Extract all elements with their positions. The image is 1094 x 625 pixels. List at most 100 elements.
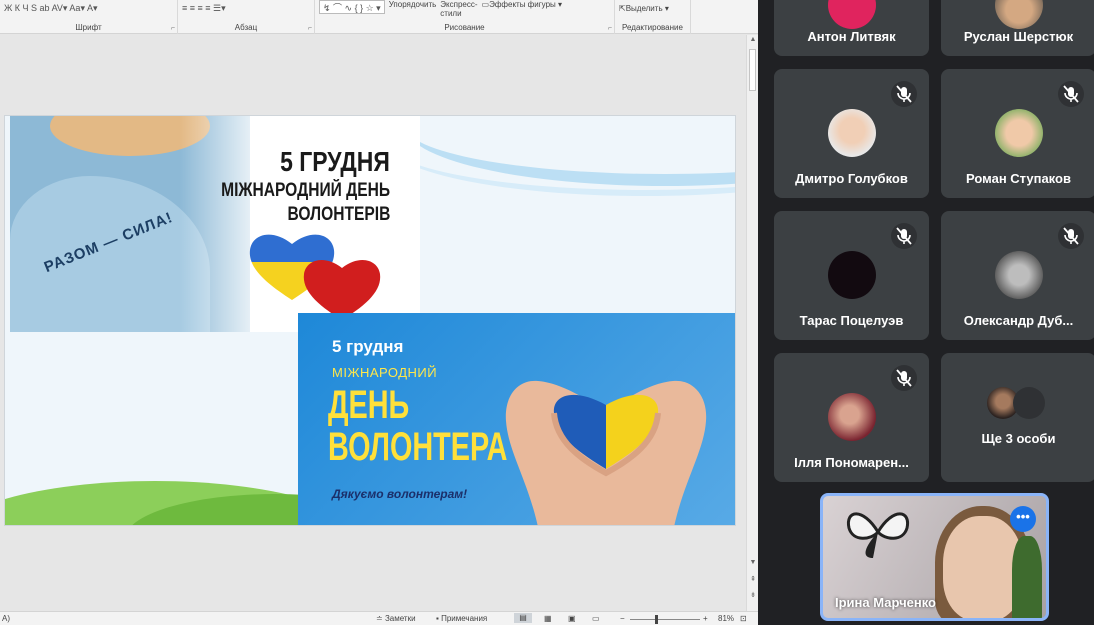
avatar <box>994 251 1043 299</box>
hearts-icon <box>249 234 381 320</box>
quick-styles-label-1: Экспресс- <box>440 0 478 9</box>
person-face <box>943 516 1023 618</box>
font-launcher-icon[interactable]: ⌐ <box>171 25 175 32</box>
self-name: Ірина Марченко <box>835 595 936 610</box>
participant-name: Роман Ступаков <box>966 171 1071 186</box>
status-left: A) <box>2 614 10 623</box>
effects-icon: ▭ <box>481 0 490 9</box>
slideshow-icon[interactable]: ▭ <box>592 614 600 623</box>
comments-button[interactable]: ▪ Примечания <box>436 614 487 623</box>
avatar <box>994 109 1043 157</box>
drawing-launcher-icon[interactable]: ⌐ <box>608 25 612 32</box>
shapes-gallery[interactable]: ↯ ⌒ ∿ { } ☆ ▾ <box>319 0 385 14</box>
ribbon: Ж К Ч S ab AV▾ Aa▾ A▾ Шрифт ⌐ ≡ ≡ ≡ ≡ ☰▾… <box>0 0 758 34</box>
self-view-tile[interactable]: ••• Ірина Марченко <box>820 493 1049 621</box>
slide-sorter-icon[interactable]: ▦ <box>544 614 552 623</box>
shape-effects-label: Эффекты фигуры <box>489 0 556 9</box>
heart-hands-icon <box>505 380 707 525</box>
group-label-editing: Редактирование <box>622 23 683 32</box>
scrollbar-thumb[interactable] <box>749 49 756 91</box>
more-participants-tile[interactable]: Ще 3 особи <box>941 353 1094 482</box>
zoom-level[interactable]: 81% <box>718 614 734 623</box>
notes-icon: ≐ <box>376 614 385 623</box>
avatar <box>827 0 876 29</box>
more-options-icon[interactable]: ••• <box>1010 506 1036 532</box>
ribbon-group-drawing: ↯ ⌒ ∿ { } ☆ ▾ Упорядочить Экспресс-стили… <box>315 0 615 34</box>
paragraph-buttons[interactable]: ≡ ≡ ≡ ≡ ☰▾ <box>182 0 310 16</box>
participant-tile[interactable]: Дмитро Голубков <box>774 69 929 198</box>
drawing-buttons: ↯ ⌒ ∿ { } ☆ ▾ Упорядочить Экспресс-стили… <box>319 0 610 24</box>
arrange-button[interactable]: Упорядочить <box>389 0 437 9</box>
avatar <box>827 393 876 441</box>
volunteer-day-image-2[interactable]: 5 грудня МІЖНАРОДНИЙ ДЕНЬ ВОЛОНТЕРА Дяку… <box>298 313 735 525</box>
powerpoint-window: Ж К Ч S ab AV▾ Aa▾ A▾ Шрифт ⌐ ≡ ≡ ≡ ≡ ☰▾… <box>0 0 758 625</box>
meet-panel: Антон Литвяк Руслан Шерстюк Дмитро Голуб… <box>758 0 1094 625</box>
participant-name: Дмитро Голубков <box>795 171 908 186</box>
participant-name: Олександр Дуб... <box>963 313 1074 328</box>
select-button[interactable]: ⇱ Выделить ▾ <box>619 4 669 13</box>
participant-name: Руслан Шерстюк <box>963 29 1074 44</box>
participant-name: Ілля Пономарен... <box>794 455 909 470</box>
mic-off-icon <box>1058 223 1084 249</box>
next-slide-icon[interactable]: ⇟ <box>747 591 758 599</box>
image2-date: 5 грудня <box>332 337 404 356</box>
slide-canvas[interactable]: РАЗОМ — СИЛА! 5 ГРУДНЯ МІЖНАРОДНИЙ ДЕНЬ … <box>4 115 736 526</box>
more-participants-avatars <box>986 387 1051 419</box>
quick-styles-button[interactable]: Экспресс-стили <box>440 0 477 18</box>
avatar <box>1012 387 1045 419</box>
zoom-in-button[interactable]: + <box>703 614 708 623</box>
comments-label: Примечания <box>441 614 488 623</box>
participant-name: Антон Литвяк <box>807 29 896 44</box>
group-label-drawing: Рисование <box>444 23 485 32</box>
image2-thanks: Дякуємо волонтерам! <box>332 487 468 501</box>
scroll-up-icon[interactable]: ▲ <box>747 36 758 43</box>
participant-tile[interactable]: Антон Литвяк <box>774 0 929 56</box>
font-buttons[interactable]: Ж К Ч S ab AV▾ Aa▾ A▾ <box>4 0 173 16</box>
ribbon-group-editing: ⇱ Выделить ▾ Редактирование <box>615 0 691 34</box>
image2-line2: МІЖНАРОДНИЙ <box>332 365 438 380</box>
group-label-paragraph: Абзац <box>234 23 258 32</box>
ribbon-group-paragraph: ≡ ≡ ≡ ≡ ☰▾ Абзац ⌐ <box>178 0 315 34</box>
more-participants-label: Ще 3 особи <box>981 431 1056 446</box>
fit-slide-icon[interactable]: ⊡ <box>740 614 747 623</box>
participant-tile[interactable]: Ілля Пономарен... <box>774 353 929 482</box>
avatar <box>827 109 876 157</box>
volunteer-day-image-1[interactable]: РАЗОМ — СИЛА! 5 ГРУДНЯ МІЖНАРОДНИЙ ДЕНЬ … <box>10 116 420 332</box>
participant-name: Тарас Поцелуэв <box>799 313 904 328</box>
zoom-slider-thumb[interactable] <box>655 615 658 624</box>
image2-line3: ДЕНЬ <box>328 383 410 427</box>
image2-line4: ВОЛОНТЕРА <box>328 425 508 469</box>
participant-tile[interactable]: Олександр Дуб... <box>941 211 1094 340</box>
notes-button[interactable]: ≐ Заметки <box>376 614 416 623</box>
editing-buttons: ⇱ Выделить ▾ <box>619 0 686 16</box>
zoom-slider[interactable] <box>630 619 700 620</box>
scroll-down-icon[interactable]: ▼ <box>747 559 758 566</box>
plant-decoration <box>1012 536 1042 618</box>
mic-off-icon <box>891 223 917 249</box>
ribbon-group-font: Ж К Ч S ab AV▾ Aa▾ A▾ Шрифт ⌐ <box>0 0 178 34</box>
shapes-icon: ↯ ⌒ ∿ { } ☆ ▾ <box>323 3 381 13</box>
butterfly-decoration <box>846 512 910 558</box>
cursor-icon: ⇱ <box>619 3 626 13</box>
status-bar: A) ≐ Заметки ▪ Примечания ▤ ▦ ▣ ▭ − + 81… <box>0 611 758 625</box>
mic-off-icon <box>891 81 917 107</box>
zoom-out-button[interactable]: − <box>620 614 625 623</box>
reading-view-icon[interactable]: ▣ <box>568 614 576 623</box>
participant-tile[interactable]: Тарас Поцелуэв <box>774 211 929 340</box>
participant-tile[interactable]: Роман Ступаков <box>941 69 1094 198</box>
paragraph-launcher-icon[interactable]: ⌐ <box>308 25 312 32</box>
group-label-font: Шрифт <box>75 23 102 32</box>
select-label: Выделить <box>625 3 663 13</box>
vertical-scrollbar[interactable]: ▲ ▼ ⇞ ⇟ <box>746 35 758 611</box>
image1-line2: МІЖНАРОДНИЙ ДЕНЬ <box>220 180 390 201</box>
avatar <box>994 0 1043 29</box>
notes-label: Заметки <box>384 614 416 623</box>
participant-tile[interactable]: Руслан Шерстюк <box>941 0 1094 56</box>
mic-off-icon <box>1058 81 1084 107</box>
normal-view-icon[interactable]: ▤ <box>514 613 532 623</box>
mic-off-icon <box>891 365 917 391</box>
prev-slide-icon[interactable]: ⇞ <box>747 575 758 583</box>
avatar <box>827 251 876 299</box>
shape-effects-button[interactable]: ▭ Эффекты фигуры ▾ <box>482 0 562 9</box>
image1-date: 5 ГРУДНЯ <box>280 146 390 177</box>
